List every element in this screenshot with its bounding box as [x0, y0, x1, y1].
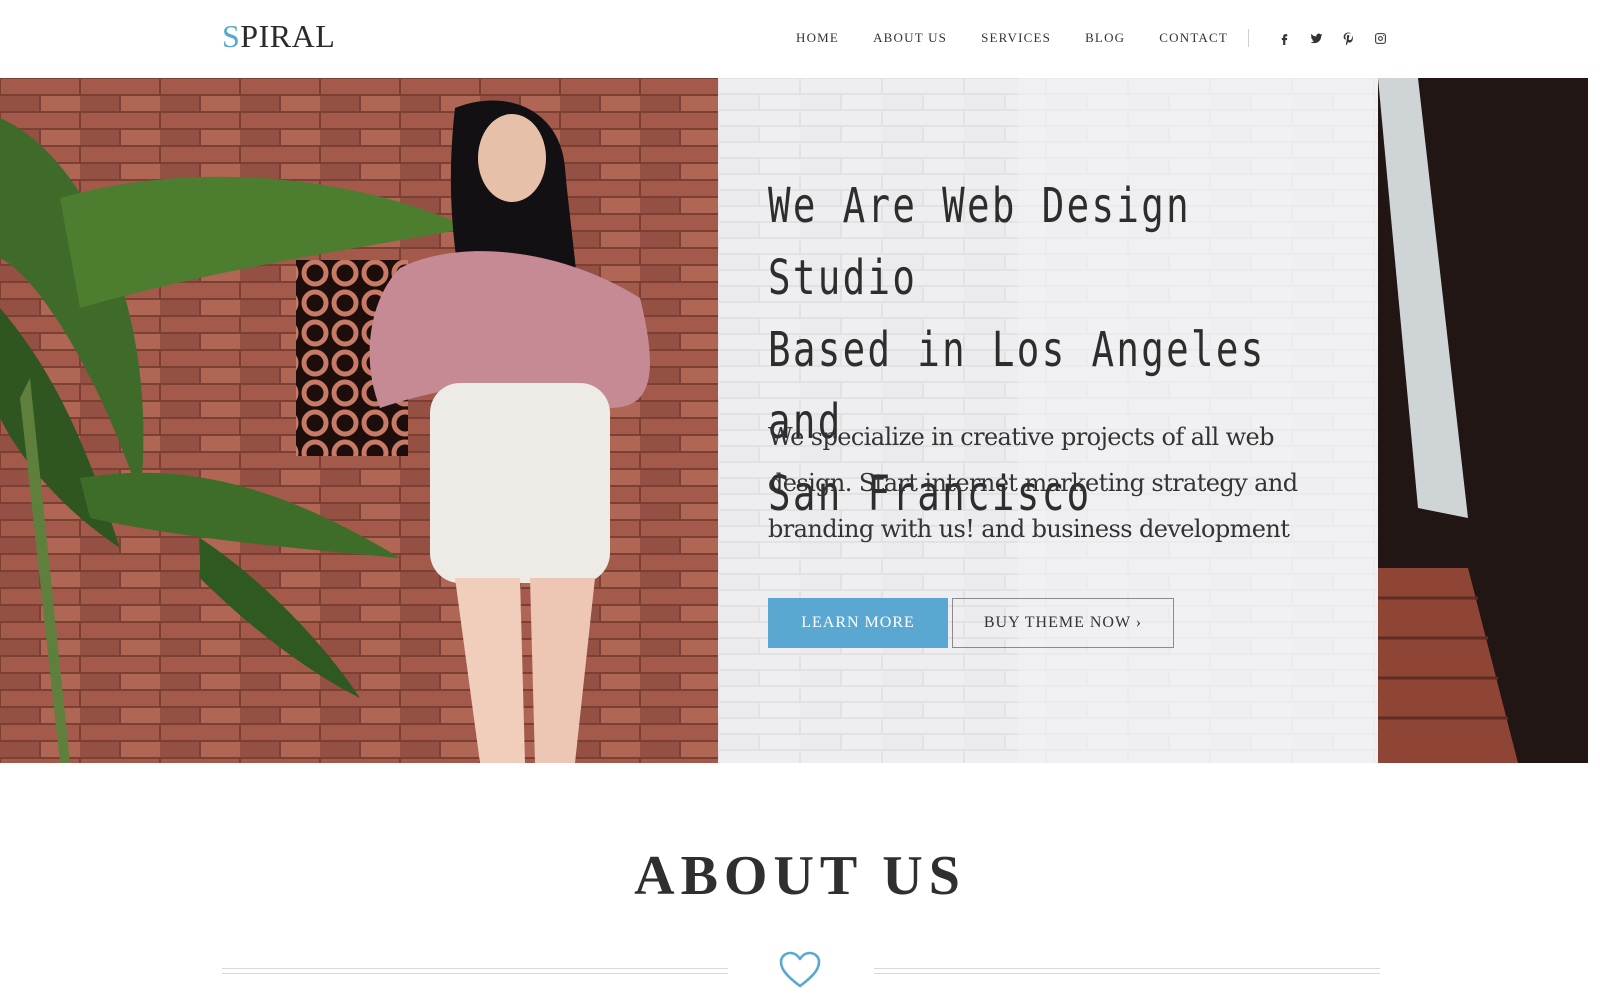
- logo-text: PIRAL: [240, 18, 336, 54]
- buy-theme-button[interactable]: BUY THEME NOW ›: [952, 598, 1174, 648]
- doorway-image: [1378, 78, 1588, 763]
- nav-contact[interactable]: CONTACT: [1159, 30, 1228, 46]
- logo-initial: S: [222, 18, 241, 54]
- learn-more-button[interactable]: LEARN MORE: [768, 598, 948, 648]
- hero-side-photo: [1378, 78, 1588, 763]
- logo[interactable]: SPIRAL: [222, 18, 335, 55]
- instagram-icon[interactable]: [1373, 31, 1387, 45]
- hero-description: We specialize in creative projects of al…: [768, 423, 1298, 543]
- nav-blog[interactable]: BLOG: [1085, 30, 1125, 46]
- about-title: ABOUT US: [634, 845, 966, 907]
- hero-photo: [0, 78, 718, 763]
- hero-title-line: We Are Web Design Studio: [768, 178, 1191, 306]
- social-links: [1277, 31, 1387, 45]
- site-header: SPIRAL HOME ABOUT US SERVICES BLOG CONTA…: [0, 0, 1600, 78]
- nav-services[interactable]: SERVICES: [981, 30, 1051, 46]
- main-nav: HOME ABOUT US SERVICES BLOG CONTACT: [796, 29, 1387, 47]
- divider-left: [222, 968, 728, 974]
- heart-icon: [779, 951, 821, 988]
- hero-content: We Are Web Design Studio Based in Los An…: [718, 78, 1378, 763]
- divider-right: [874, 968, 1380, 974]
- brick-wall-image: [0, 78, 718, 763]
- twitter-icon[interactable]: [1309, 31, 1323, 45]
- hero-section: We Are Web Design Studio Based in Los An…: [0, 78, 1588, 763]
- nav-about-us[interactable]: ABOUT US: [873, 30, 947, 46]
- nav-home[interactable]: HOME: [796, 30, 839, 46]
- nav-divider: [1248, 29, 1250, 47]
- pinterest-icon[interactable]: [1341, 31, 1355, 45]
- facebook-icon[interactable]: [1277, 31, 1291, 45]
